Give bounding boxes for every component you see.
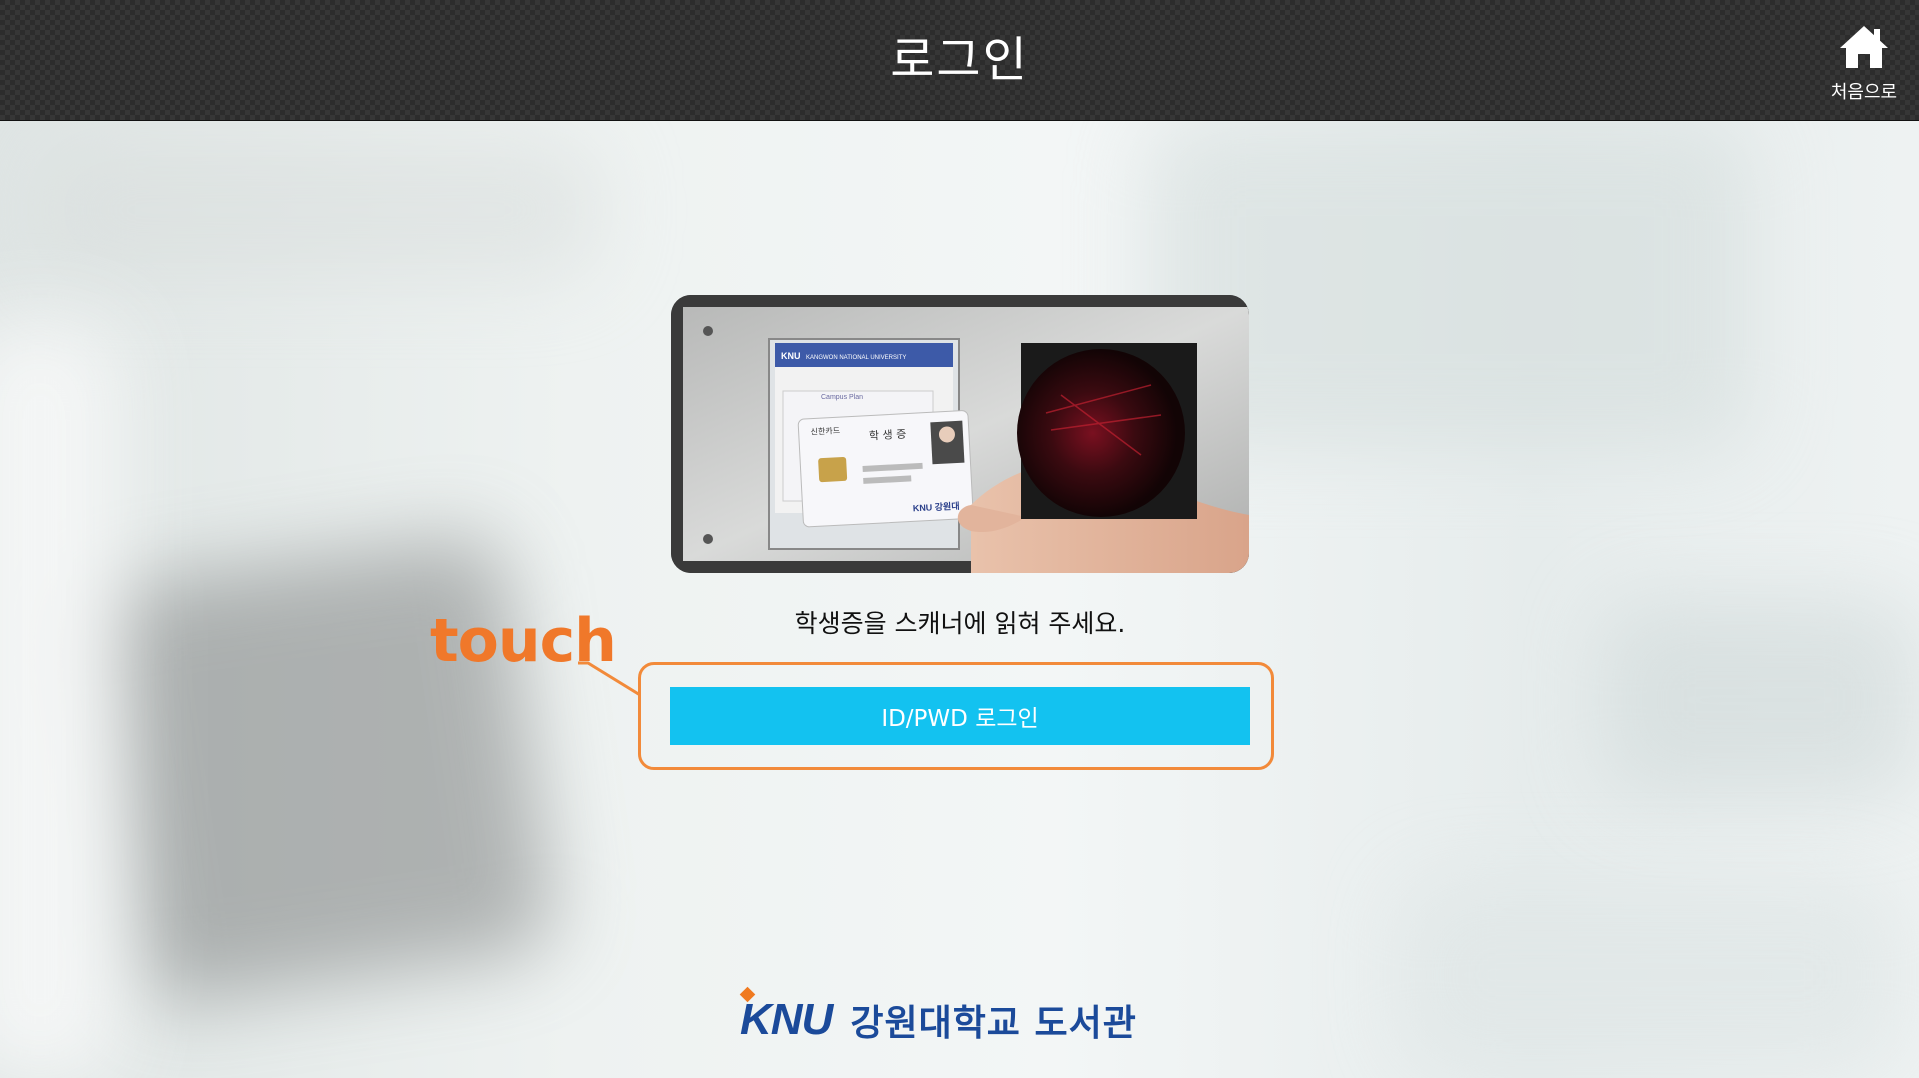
header-bar: 로그인 처음으로	[0, 0, 1919, 121]
svg-text:학 생 증: 학 생 증	[869, 428, 907, 443]
logo-text: 강원대학교 도서관	[850, 1003, 1137, 1044]
svg-text:Campus Plan: Campus Plan	[821, 394, 863, 401]
id-pwd-login-button[interactable]: ID/PWD 로그인	[670, 687, 1250, 745]
logo-mark: KNU	[739, 986, 833, 1045]
scanner-photo: KNU KANGWON NATIONAL UNIVERSITY Campus P…	[671, 295, 1249, 573]
touch-annotation: touch	[430, 606, 617, 676]
home-button[interactable]: 처음으로	[1818, 18, 1910, 110]
page-title: 로그인	[890, 32, 1029, 88]
svg-text:신한카드: 신한카드	[810, 426, 840, 437]
knu-library-logo: KNU 강원대학교 도서관	[739, 986, 1137, 1050]
svg-text:KANGWON NATIONAL UNIVERSITY: KANGWON NATIONAL UNIVERSITY	[806, 355, 906, 361]
instruction-text: 학생증을 스캐너에 읽혀 주세요.	[794, 609, 1126, 638]
svg-text:KNU: KNU	[781, 351, 801, 361]
home-label: 처음으로	[1830, 82, 1898, 103]
home-icon	[1840, 26, 1888, 68]
